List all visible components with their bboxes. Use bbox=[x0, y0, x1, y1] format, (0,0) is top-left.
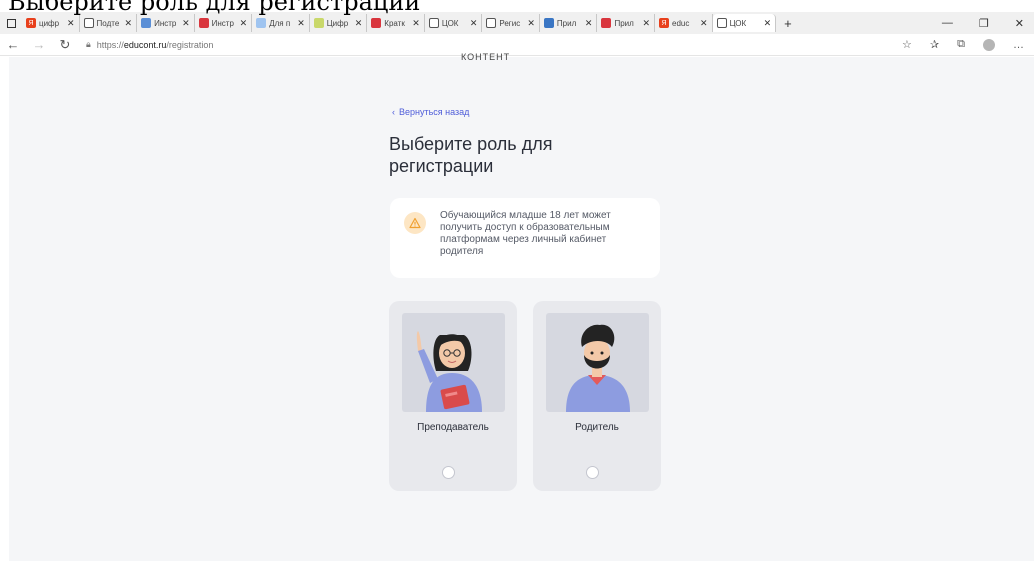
more-icon[interactable]: … bbox=[1013, 39, 1024, 51]
close-tab-icon[interactable]: ✕ bbox=[125, 18, 133, 29]
browser-tab[interactable]: Цифр ✕ bbox=[310, 14, 368, 32]
back-link[interactable]: ‹ Вернуться назад bbox=[392, 107, 469, 117]
warning-icon bbox=[404, 212, 426, 234]
tab-favicon-icon bbox=[141, 18, 152, 28]
favorites-icon[interactable]: ✰ bbox=[930, 38, 939, 51]
role-label-parent: Родитель bbox=[575, 422, 619, 433]
forward-arrow-icon[interactable]: → bbox=[26, 37, 52, 52]
browser-tab-label: Прил bbox=[614, 18, 634, 28]
tab-active-label: ЦОК bbox=[729, 18, 747, 28]
radio-teacher[interactable] bbox=[442, 466, 455, 479]
page-content: КОНТЕНТ ‹ Вернуться назад Выберите роль … bbox=[9, 52, 1034, 561]
browser-tab-label: Для п bbox=[269, 18, 291, 28]
browser-tab-label: Регис bbox=[499, 18, 521, 28]
close-tab-icon[interactable]: ✕ bbox=[182, 18, 190, 29]
browser-tab[interactable]: Регис ✕ bbox=[482, 14, 540, 32]
close-tab-icon[interactable]: ✕ bbox=[470, 18, 478, 29]
tab-favicon-icon bbox=[371, 18, 382, 28]
browser-tab-label: ЦОК bbox=[441, 18, 459, 28]
tab-favicon-icon bbox=[601, 18, 612, 28]
browser-tab-label: Подте bbox=[96, 18, 120, 28]
teacher-illustration bbox=[402, 313, 505, 412]
tab-favicon-icon bbox=[256, 18, 267, 28]
browser-tab[interactable]: Прил ✕ bbox=[597, 14, 656, 32]
profile-avatar[interactable] bbox=[983, 38, 995, 51]
browser-tab[interactable]: Для п ✕ bbox=[252, 14, 310, 32]
chevron-left-icon: ‹ bbox=[392, 107, 395, 117]
tab-favicon-icon: Я bbox=[26, 18, 36, 28]
close-tab-icon[interactable]: ✕ bbox=[585, 18, 593, 29]
url-prefix: https:// bbox=[96, 39, 124, 50]
role-label-teacher: Преподаватель bbox=[417, 422, 489, 433]
minimize-icon[interactable]: — bbox=[942, 17, 953, 30]
close-tab-icon[interactable]: ✕ bbox=[700, 18, 708, 29]
back-arrow-icon[interactable]: ← bbox=[0, 37, 26, 52]
add-favorite-icon[interactable]: ☆ bbox=[902, 38, 912, 51]
tab-favicon-icon bbox=[313, 18, 324, 28]
tab-favicon-icon bbox=[428, 18, 439, 28]
close-tab-icon[interactable]: ✕ bbox=[297, 18, 305, 29]
browser-tab-label: Инстр bbox=[154, 18, 177, 28]
browser-tab[interactable]: Кратк ✕ bbox=[367, 14, 425, 32]
lock-icon: 🔒︎ bbox=[86, 39, 91, 49]
browser-tab[interactable]: Инстр ✕ bbox=[137, 14, 195, 32]
url-field[interactable]: 🔒︎ https://educont.ru/registration bbox=[86, 39, 213, 50]
address-bar: ← → ↻ 🔒︎ https://educont.ru/registration… bbox=[0, 34, 1034, 56]
page-title: Выберите роль для регистрации bbox=[389, 134, 553, 176]
info-notice: Обучающийся младше 18 лет может получить… bbox=[390, 198, 660, 278]
new-tab-button[interactable]: + bbox=[776, 16, 800, 31]
close-tab-icon[interactable]: ✕ bbox=[355, 18, 363, 29]
refresh-icon[interactable]: ↻ bbox=[52, 37, 78, 53]
tab-active[interactable]: ЦОК ✕ bbox=[712, 14, 777, 32]
logo-partial: КОНТЕНТ bbox=[461, 52, 511, 62]
tab-actions-icon[interactable] bbox=[0, 18, 22, 28]
notice-text: Обучающийся младше 18 лет может получить… bbox=[440, 210, 611, 257]
browser-tab-label: Инстр bbox=[211, 18, 234, 28]
overlay-title: Выберите роль для регистрации bbox=[8, 0, 421, 16]
browser-tab[interactable]: Яeduc ✕ bbox=[655, 14, 713, 32]
radio-parent[interactable] bbox=[586, 466, 599, 479]
tab-favicon-icon bbox=[198, 18, 209, 28]
browser-tab-label: Цифр bbox=[326, 18, 349, 28]
tab-list: Яцифр ✕ Подте ✕ Инстр ✕ Инстр ✕ Для п ✕ Цифр ✕ Кратк… bbox=[22, 14, 713, 32]
page-icon bbox=[716, 18, 727, 28]
close-tab-icon[interactable]: ✕ bbox=[412, 18, 420, 29]
role-card-teacher[interactable]: Преподаватель bbox=[389, 301, 517, 491]
browser-tab-label: Прил bbox=[556, 18, 577, 28]
close-tab-icon[interactable]: ✕ bbox=[642, 18, 650, 29]
parent-illustration bbox=[546, 313, 649, 412]
browser-tab[interactable]: Инстр ✕ bbox=[195, 14, 253, 32]
close-tab-icon[interactable]: ✕ bbox=[240, 18, 248, 29]
tab-favicon-icon bbox=[83, 18, 94, 28]
browser-tab[interactable]: ЦОК ✕ bbox=[425, 14, 483, 32]
browser-tab[interactable]: Прил ✕ bbox=[540, 14, 598, 32]
browser-tab-label: Кратк bbox=[384, 18, 405, 28]
close-window-icon[interactable]: ✕ bbox=[1015, 17, 1024, 30]
close-tab-icon[interactable]: ✕ bbox=[527, 18, 535, 29]
tab-favicon-icon: Я bbox=[659, 18, 670, 28]
close-tab-icon[interactable]: ✕ bbox=[67, 18, 75, 29]
browser-tab-label: educ bbox=[672, 18, 690, 28]
browser-tab[interactable]: Яцифр ✕ bbox=[22, 14, 80, 32]
role-card-parent[interactable]: Родитель bbox=[533, 301, 661, 491]
tab-favicon-icon bbox=[486, 18, 497, 28]
collections-icon[interactable]: ⧉ bbox=[957, 38, 965, 51]
url-path: /registration bbox=[166, 39, 214, 50]
tab-favicon-icon bbox=[543, 18, 554, 28]
browser-tab-label: цифр bbox=[39, 18, 60, 28]
restore-icon[interactable]: ❐ bbox=[979, 17, 989, 30]
url-host: educont.ru bbox=[123, 39, 167, 50]
close-tab-icon[interactable]: ✕ bbox=[764, 18, 772, 29]
browser-tab[interactable]: Подте ✕ bbox=[80, 14, 138, 32]
back-link-label: Вернуться назад bbox=[399, 107, 470, 117]
